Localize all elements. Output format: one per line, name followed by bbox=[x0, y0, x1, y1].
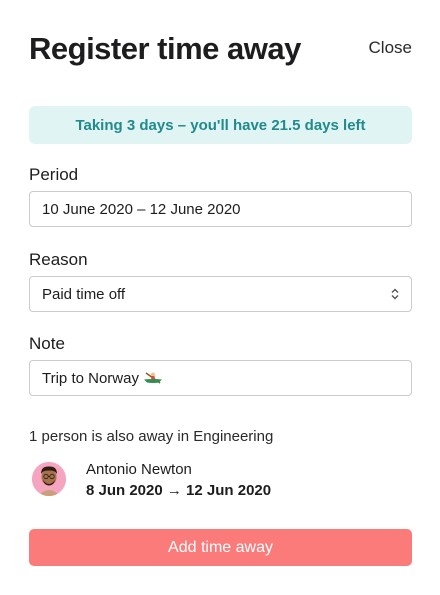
note-label: Note bbox=[29, 334, 65, 353]
period-field[interactable] bbox=[29, 191, 412, 227]
dialog-title: Register time away bbox=[29, 31, 301, 66]
person-dates: 8 Jun 2020 → 12 Jun 2020 bbox=[86, 482, 272, 499]
close-button[interactable]: Close bbox=[369, 38, 412, 58]
rowing-boat-icon bbox=[143, 371, 163, 385]
balance-banner-text: Taking 3 days – you'll have 21.5 days le… bbox=[75, 116, 366, 134]
note-field[interactable]: Trip to Norway bbox=[29, 360, 412, 396]
balance-banner: Taking 3 days – you'll have 21.5 days le… bbox=[29, 106, 412, 144]
reason-select[interactable]: Paid time off bbox=[29, 276, 412, 312]
dialog-header: Register time away Close bbox=[29, 30, 412, 70]
reason-label: Reason bbox=[29, 250, 88, 269]
add-time-away-button[interactable]: Add time away bbox=[29, 529, 412, 566]
also-away-summary: 1 person is also away in Engineering bbox=[29, 428, 274, 445]
period-label: Period bbox=[29, 165, 79, 184]
period-input[interactable] bbox=[42, 200, 399, 218]
select-arrows-icon bbox=[391, 288, 399, 300]
note-text: Trip to Norway bbox=[42, 369, 139, 387]
reason-selected-value: Paid time off bbox=[42, 285, 126, 303]
person-name: Antonio Newton bbox=[86, 461, 192, 478]
away-person-item: Antonio Newton 8 Jun 2020 → 12 Jun 2020 bbox=[29, 460, 412, 504]
avatar bbox=[32, 462, 66, 496]
